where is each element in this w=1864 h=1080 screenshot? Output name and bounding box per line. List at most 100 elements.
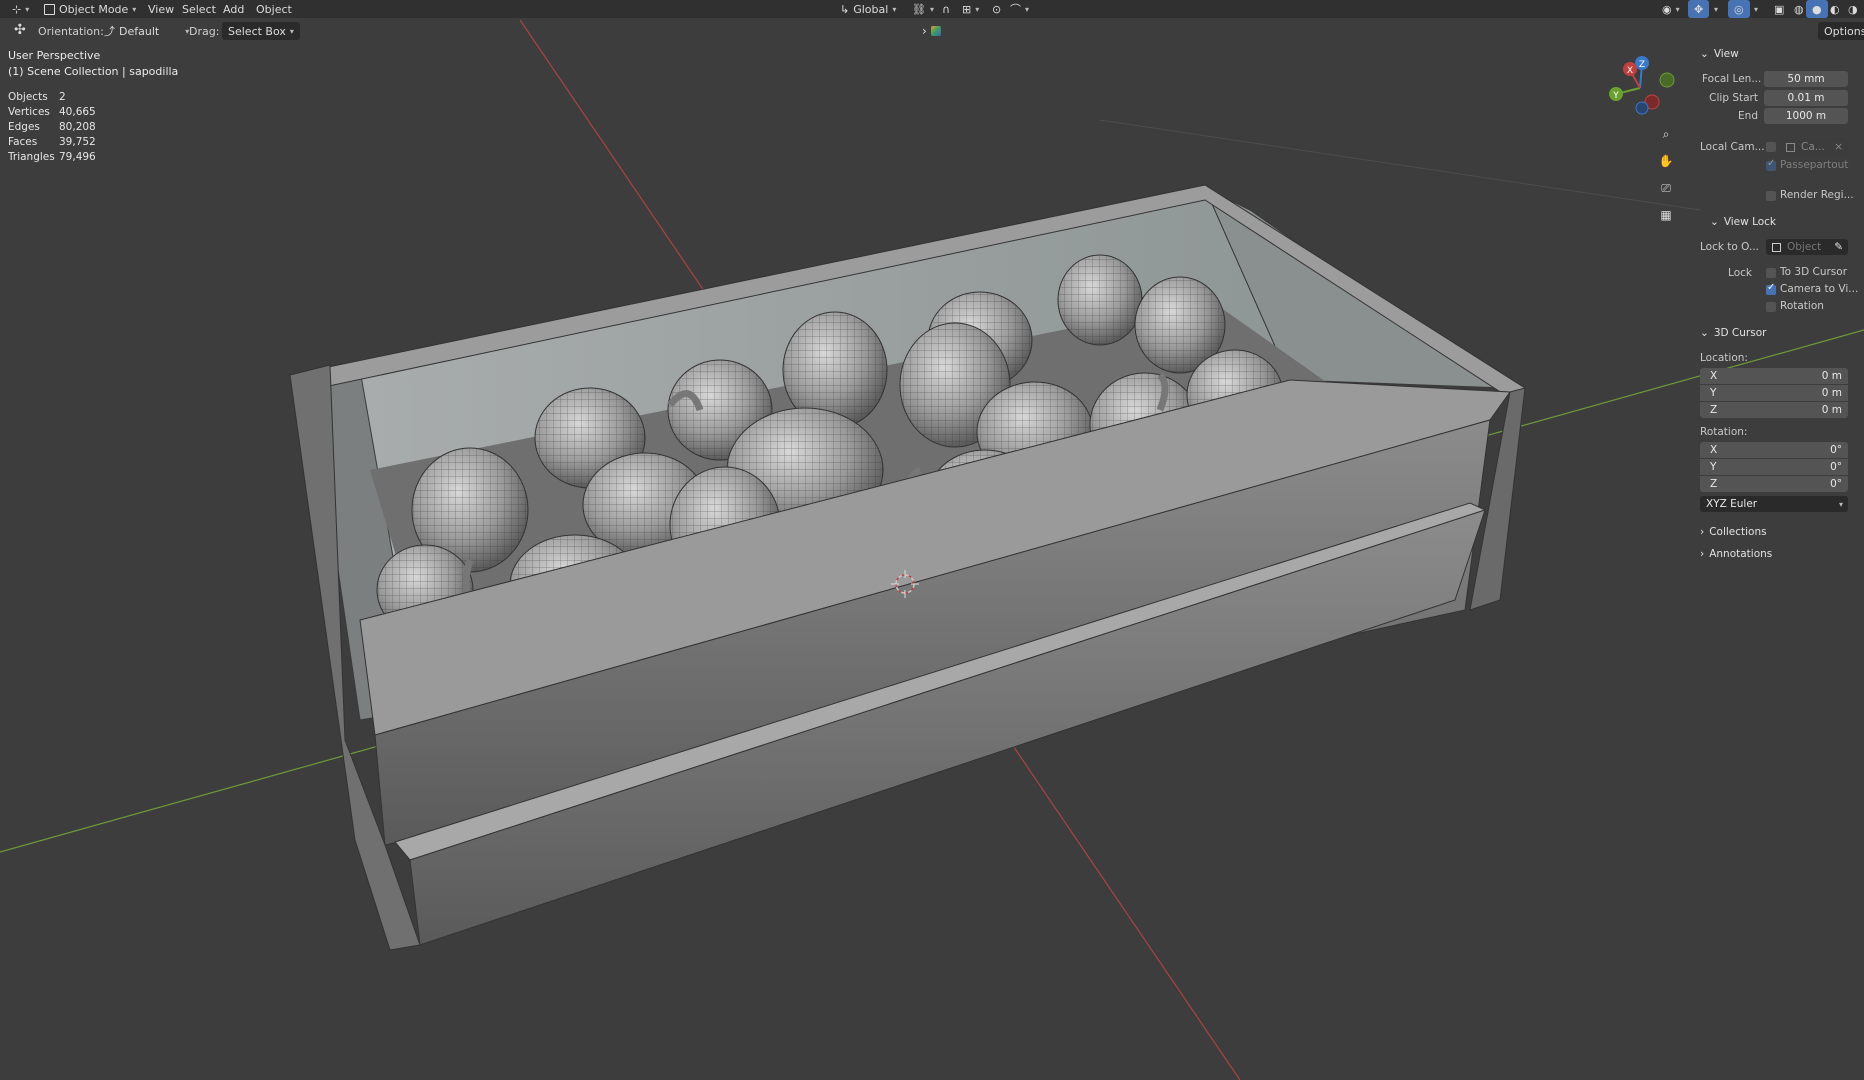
view-section-header[interactable]: ⌄ View xyxy=(1700,48,1739,60)
gizmo-neg-y[interactable] xyxy=(1659,72,1675,88)
view-lock-section-header[interactable]: ⌄ View Lock xyxy=(1710,216,1776,228)
chevron-down-icon: ▾ xyxy=(1714,4,1719,14)
cursor-location-z[interactable]: Z 0 m xyxy=(1700,402,1848,418)
perspective-grid-icon[interactable]: ▦ xyxy=(1655,204,1677,226)
transform-orientation-label: Global xyxy=(853,2,889,16)
chevron-down-icon: ▾ xyxy=(289,26,294,36)
3d-cursor-section-header[interactable]: ⌄ 3D Cursor xyxy=(1700,327,1766,339)
clip-start-label: Clip Start xyxy=(1709,92,1758,104)
lock-to-object-label: Lock to O... xyxy=(1700,241,1760,253)
sidebar-expand-button[interactable]: › xyxy=(916,22,947,40)
solid-sphere-icon: ● xyxy=(1812,2,1822,16)
menu-add[interactable]: Add xyxy=(217,0,250,18)
material-sphere-icon: ◐ xyxy=(1830,2,1840,16)
gizmo-z-label: Z xyxy=(1639,60,1645,70)
tool-settings-bar: ✣ Orientation: ⤴ Default ▾ Drag: Select … xyxy=(0,19,1864,43)
rendered-sphere-icon: ◑ xyxy=(1848,2,1858,16)
collections-section-header[interactable]: › Collections xyxy=(1700,526,1767,538)
lock-to-object-field[interactable]: Object ✎ xyxy=(1766,239,1848,255)
overlays-toggle-button[interactable]: ◎ xyxy=(1728,0,1750,18)
link-icon: ⛓ xyxy=(912,2,926,16)
drag-dropdown[interactable]: Select Box ▾ xyxy=(222,22,300,40)
passepartout-checkbox[interactable] xyxy=(1766,158,1776,171)
gizmo-menu-button[interactable]: ▾ xyxy=(1708,0,1724,18)
chevron-right-icon: › xyxy=(922,24,927,38)
navigation-gizmo[interactable]: Z Y X xyxy=(1600,52,1680,124)
object-icon xyxy=(1772,242,1781,252)
menu-view[interactable]: View xyxy=(142,0,180,18)
annotations-section-header[interactable]: › Annotations xyxy=(1700,548,1772,560)
camera-view-icon[interactable]: ⎚ xyxy=(1655,177,1677,199)
zoom-icon[interactable]: ⌕ xyxy=(1655,123,1677,145)
lock-rotation-checkbox[interactable] xyxy=(1766,302,1776,312)
eye-icon: ◉ xyxy=(1662,2,1672,16)
focal-length-field[interactable]: 50 mm xyxy=(1764,71,1848,87)
chevron-down-icon: ▾ xyxy=(892,4,897,14)
render-region-label: Render Regi... xyxy=(1780,189,1854,201)
stat-vertices: Vertices 40,665 xyxy=(8,106,96,118)
chevron-down-icon: ▾ xyxy=(132,4,137,14)
drag-label: Drag: xyxy=(189,25,220,38)
active-tool-button[interactable]: ✣ xyxy=(8,21,32,39)
transform-orientation-dropdown[interactable]: ↳ Global ▾ xyxy=(834,0,902,18)
local-camera-checkbox[interactable] xyxy=(1766,142,1776,152)
pivot-point-button[interactable]: ⛓ ▾ xyxy=(906,0,940,18)
cursor-location-x[interactable]: X 0 m xyxy=(1700,368,1848,384)
3d-viewport[interactable] xyxy=(0,0,1864,1080)
lock-rotation-label: Rotation xyxy=(1780,300,1824,312)
menu-select[interactable]: Select xyxy=(176,0,222,18)
pan-hand-icon[interactable]: ✋ xyxy=(1655,150,1677,172)
clear-icon[interactable]: × xyxy=(1834,141,1848,153)
cursor-rotation-x[interactable]: X 0° xyxy=(1700,442,1848,458)
menu-object[interactable]: Object xyxy=(250,0,298,18)
stat-triangles: Triangles 79,496 xyxy=(8,151,96,163)
local-camera-field[interactable]: Ca... × xyxy=(1780,139,1848,155)
cube-color-icon xyxy=(930,26,941,36)
options-button[interactable]: Options xyxy=(1818,22,1864,40)
shading-rendered-button[interactable]: ◑ xyxy=(1842,0,1864,18)
gizmo-neg-z[interactable] xyxy=(1635,101,1649,115)
clip-end-label: End xyxy=(1738,110,1758,122)
editor-type-button[interactable]: ⊹ ▾ xyxy=(6,0,35,18)
render-region-checkbox[interactable] xyxy=(1766,191,1776,201)
stat-edges: Edges 80,208 xyxy=(8,121,96,133)
clip-end-field[interactable]: 1000 m xyxy=(1764,108,1848,124)
camera-to-view-checkbox[interactable] xyxy=(1766,282,1776,295)
falloff-curve-icon: ⌒ xyxy=(1010,3,1021,16)
gizmo-y-label: Y xyxy=(1612,91,1619,101)
viewport-header: ⊹ ▾ Object Mode ▾ View Select Add Object … xyxy=(0,0,1864,18)
chevron-down-icon: ▾ xyxy=(1754,4,1759,14)
orientation-label: Orientation: xyxy=(38,25,104,38)
clip-start-field[interactable]: 0.01 m xyxy=(1764,90,1848,106)
mode-dropdown[interactable]: Object Mode ▾ xyxy=(38,0,142,18)
lock-label: Lock xyxy=(1728,267,1752,279)
chevron-down-icon: ⌄ xyxy=(1700,48,1709,60)
cursor-rotation-z[interactable]: Z 0° xyxy=(1700,476,1848,492)
visibility-button[interactable]: ◉ ▾ xyxy=(1656,0,1686,18)
gizmo-toggle-button[interactable]: ✥ xyxy=(1688,0,1710,18)
snap-grid-icon: ⊞ xyxy=(962,2,972,16)
collection-name: (1) Scene Collection | sapodilla xyxy=(8,65,179,78)
snap-settings-button[interactable]: ⊞ ▾ xyxy=(956,0,985,18)
rotation-mode-dropdown[interactable]: XYZ Euler ▾ xyxy=(1700,496,1848,512)
focal-length-label: Focal Len... xyxy=(1702,73,1762,85)
orientation-dropdown[interactable]: ⤴ Default ▾ xyxy=(98,22,195,40)
lock-to-3d-cursor-checkbox[interactable] xyxy=(1766,268,1776,278)
chevron-right-icon: › xyxy=(1700,526,1705,538)
overlays-menu-button[interactable]: ▾ xyxy=(1748,0,1764,18)
orientation-value: Default xyxy=(119,24,160,38)
wireframe-sphere-icon: ◍ xyxy=(1794,2,1804,16)
falloff-button[interactable]: ⌒ ▾ xyxy=(1004,0,1035,18)
stat-faces: Faces 39,752 xyxy=(8,136,96,148)
camera-to-view-label: Camera to Vi... xyxy=(1780,283,1859,295)
gizmo-x-label: X xyxy=(1627,66,1633,76)
local-camera-label: Local Cam... xyxy=(1700,141,1765,153)
cursor-location-y[interactable]: Y 0 m xyxy=(1700,385,1848,401)
chevron-down-icon: ⌄ xyxy=(1710,216,1719,228)
cursor-rotation-y[interactable]: Y 0° xyxy=(1700,459,1848,475)
orientation-icon: ⤴ xyxy=(104,25,115,38)
eyedropper-icon[interactable]: ✎ xyxy=(1834,241,1848,253)
orientation-axes-icon: ↳ xyxy=(840,2,850,16)
chevron-down-icon: ⌄ xyxy=(1700,327,1709,339)
snap-toggle-button[interactable]: ∩ xyxy=(936,0,956,18)
